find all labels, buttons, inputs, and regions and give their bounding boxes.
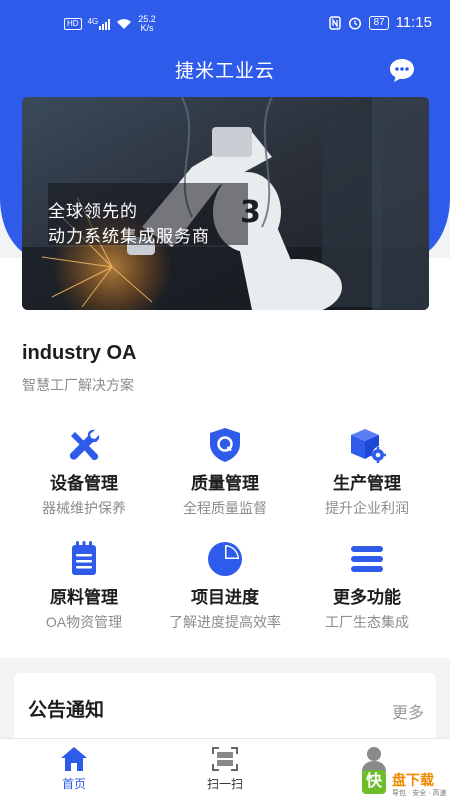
wifi-icon bbox=[117, 19, 132, 29]
tab-scan[interactable]: 扫一扫 bbox=[175, 739, 275, 800]
banner-line-1: 全球领先的 bbox=[48, 202, 138, 221]
nfc-icon bbox=[329, 15, 342, 30]
feature-more[interactable]: 更多功能 工厂生态集成 bbox=[292, 540, 442, 631]
menu-icon bbox=[351, 546, 383, 572]
tab-scan-label: 扫一扫 bbox=[206, 777, 243, 791]
status-left: HD 4G 25.2 K/s bbox=[64, 15, 156, 33]
alarm-icon bbox=[349, 16, 362, 30]
signal-icon: 4G bbox=[88, 18, 111, 30]
feature-materials-title: 原料管理 bbox=[50, 588, 118, 607]
pie-chart-icon bbox=[208, 542, 242, 576]
notice-more-link[interactable]: 更多 bbox=[392, 699, 424, 723]
clock: 11:15 bbox=[395, 14, 432, 31]
net-speed: 25.2 K/s bbox=[138, 15, 156, 33]
feature-progress-title: 项目进度 bbox=[191, 588, 259, 607]
feature-production-title: 生产管理 bbox=[333, 474, 401, 493]
feature-equipment-title: 设备管理 bbox=[50, 474, 118, 493]
tools-icon bbox=[69, 429, 100, 461]
feature-materials-subtitle: OA物资管理 bbox=[45, 614, 123, 630]
production-cube-icon bbox=[351, 429, 386, 463]
scan-icon bbox=[212, 747, 238, 771]
signal-label: 4G bbox=[87, 17, 99, 26]
feature-quality-subtitle: 全程质量监督 bbox=[183, 500, 267, 516]
feature-materials[interactable]: 原料管理 OA物资管理 bbox=[9, 540, 159, 631]
notepad-icon bbox=[72, 541, 96, 575]
status-bar: HD 4G 25.2 K/s 87 11:15 bbox=[0, 0, 450, 52]
feature-production-subtitle: 提升企业利润 bbox=[325, 500, 409, 516]
feature-equipment-subtitle: 器械维护保养 bbox=[42, 500, 126, 516]
watermark-logo: 快 盘下载 导包 · 安全 · 高速 bbox=[360, 768, 450, 800]
chat-bubble-icon[interactable] bbox=[388, 57, 416, 83]
hd-indicator: HD bbox=[64, 18, 82, 30]
feature-quality[interactable]: 质量管理 全程质量监督 bbox=[150, 426, 300, 517]
feature-more-title: 更多功能 bbox=[333, 588, 401, 607]
feature-quality-title: 质量管理 bbox=[191, 474, 259, 493]
feature-progress[interactable]: 项目进度 了解进度提高效率 bbox=[150, 540, 300, 631]
watermark-name: 盘下载 bbox=[392, 772, 434, 788]
home-icon bbox=[61, 747, 87, 771]
feature-equipment[interactable]: 设备管理 器械维护保养 bbox=[9, 426, 159, 517]
tab-home-label: 首页 bbox=[61, 777, 86, 791]
watermark-tagline: 导包 · 安全 · 高速 bbox=[392, 790, 447, 797]
tab-home[interactable]: 首页 bbox=[24, 739, 124, 800]
net-speed-unit: K/s bbox=[140, 23, 154, 33]
battery-indicator: 87 bbox=[369, 15, 389, 30]
status-right: 87 11:15 bbox=[329, 14, 432, 31]
feature-more-subtitle: 工厂生态集成 bbox=[325, 614, 409, 630]
watermark-badge: 快 bbox=[362, 770, 386, 794]
feature-production[interactable]: 生产管理 提升企业利润 bbox=[292, 426, 442, 517]
company-subtitle: 智慧工厂解决方案 bbox=[22, 377, 134, 393]
app-title: 捷米工业云 bbox=[174, 61, 275, 82]
shield-q-icon bbox=[210, 428, 240, 462]
feature-progress-subtitle: 了解进度提高效率 bbox=[169, 614, 281, 630]
company-name: industry OA bbox=[22, 342, 137, 364]
banner-line-2: 动力系统集成服务商 bbox=[48, 227, 210, 246]
notice-title: 公告通知 bbox=[28, 700, 105, 721]
